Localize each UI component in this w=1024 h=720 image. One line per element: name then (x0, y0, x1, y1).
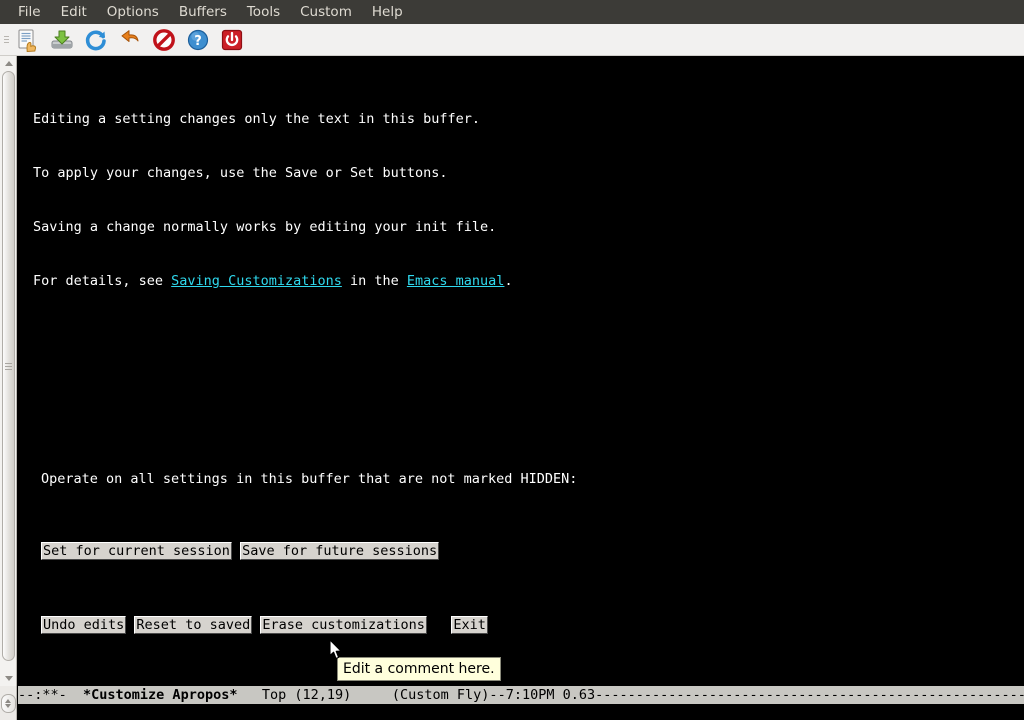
scroll-up-arrow-icon[interactable] (1, 57, 16, 70)
scrollbar-thumb[interactable] (2, 71, 15, 661)
details-prefix: For details, see (33, 273, 172, 289)
menu-item-options[interactable]: Options (97, 0, 169, 24)
help-question-icon[interactable]: ? (183, 25, 213, 55)
menu-item-help[interactable]: Help (362, 0, 413, 24)
mode-line-mode: (Custom Fly)--7:10PM 0.63 (351, 687, 596, 703)
set-for-current-session-button[interactable]: Set for current session (41, 542, 232, 560)
save-for-future-sessions-button[interactable]: Save for future sessions (240, 542, 440, 560)
saving-customizations-link[interactable]: Saving Customizations (171, 273, 342, 289)
buffer-area: Editing a setting changes only the text … (0, 56, 1024, 720)
reset-to-saved-button[interactable]: Reset to saved (134, 616, 253, 634)
tool-bar: ? (0, 24, 1024, 56)
intro-line-2: To apply your changes, use the Save or S… (33, 165, 448, 181)
save-disk-icon[interactable] (47, 25, 77, 55)
emacs-manual-link[interactable]: Emacs manual (407, 273, 505, 289)
scrollbar-bottom-widget[interactable] (0, 686, 17, 720)
scroll-down-arrow-icon[interactable] (1, 672, 16, 685)
mode-line[interactable]: --:**- *Customize Apropos* Top (12,19) (… (18, 686, 1024, 704)
echo-area (0, 704, 1024, 720)
operate-note: Operate on all settings in this buffer t… (41, 471, 578, 487)
mode-line-position: Top (12,19) (237, 687, 352, 703)
scrollbar-knob[interactable] (0, 693, 16, 713)
mode-line-flags: --:**- (18, 687, 84, 703)
refresh-icon[interactable] (81, 25, 111, 55)
menu-item-buffers[interactable]: Buffers (169, 0, 237, 24)
toolbar-grip[interactable] (1, 28, 11, 52)
menu-item-file[interactable]: File (8, 0, 51, 24)
tooltip: Edit a comment here. (337, 657, 501, 681)
global-actions-row-1: Set for current session Save for future … (31, 542, 1024, 562)
details-mid: in the (341, 273, 407, 289)
customize-buffer[interactable]: Editing a setting changes only the text … (31, 56, 1024, 686)
erase-customizations-button[interactable]: Erase customizations (260, 616, 427, 634)
intro-line-4: For details, see Saving Customizations i… (31, 272, 1024, 290)
set-document-icon[interactable] (13, 25, 43, 55)
svg-text:?: ? (194, 34, 202, 49)
menu-item-tools[interactable]: Tools (237, 0, 290, 24)
undo-arrow-icon[interactable] (115, 25, 145, 55)
details-suffix: . (504, 273, 513, 289)
undo-edits-button[interactable]: Undo edits (41, 616, 127, 634)
global-actions-row-2: Undo edits Reset to saved Erase customiz… (31, 616, 1024, 636)
vertical-scrollbar[interactable] (0, 56, 17, 686)
exit-power-icon[interactable] (217, 25, 247, 55)
intro-line-3: Saving a change normally works by editin… (33, 219, 497, 235)
mode-line-filler: ----------------------------------------… (595, 687, 1024, 703)
reset-forbidden-icon[interactable] (149, 25, 179, 55)
intro-line-1: Editing a setting changes only the text … (33, 111, 481, 127)
menu-item-edit[interactable]: Edit (51, 0, 97, 24)
mode-line-buffer-name: *Customize Apropos* (83, 687, 238, 703)
exit-button[interactable]: Exit (451, 616, 488, 634)
menu-item-custom[interactable]: Custom (290, 0, 362, 24)
menu-bar: File Edit Options Buffers Tools Custom H… (0, 0, 1024, 24)
emacs-window: File Edit Options Buffers Tools Custom H… (0, 0, 1024, 720)
fringe (18, 56, 31, 686)
